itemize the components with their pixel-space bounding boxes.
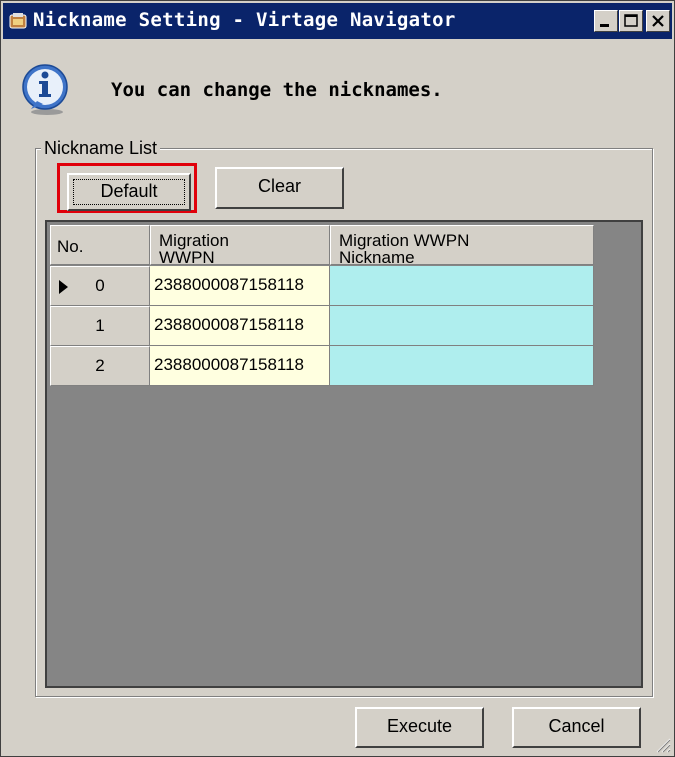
- maximize-button[interactable]: [619, 10, 643, 32]
- clear-button[interactable]: Clear: [215, 167, 344, 209]
- resize-grip-icon[interactable]: [653, 735, 671, 753]
- column-header-no[interactable]: No.: [50, 225, 150, 265]
- column-header-label: Migration WWPN: [159, 231, 229, 267]
- nickname-cell[interactable]: [330, 266, 594, 306]
- info-icon: [22, 64, 68, 115]
- close-button[interactable]: [646, 10, 670, 32]
- column-header-nickname[interactable]: Migration WWPN Nickname: [330, 225, 594, 267]
- column-header-wwpn[interactable]: Migration WWPN: [150, 225, 330, 267]
- current-row-icon: [59, 280, 68, 294]
- row-header[interactable]: 1: [50, 306, 150, 346]
- nickname-cell[interactable]: [330, 306, 594, 346]
- maximize-icon: [624, 14, 638, 27]
- row-header[interactable]: 2: [50, 346, 150, 386]
- title-bar[interactable]: Nickname Setting - Virtage Navigator: [3, 3, 672, 39]
- cancel-button[interactable]: Cancel: [512, 707, 641, 748]
- execute-button-label: Execute: [386, 716, 453, 736]
- row-number: 2: [95, 356, 105, 375]
- minimize-button[interactable]: [594, 10, 618, 32]
- clear-button-label: Clear: [257, 176, 301, 196]
- group-label: Nickname List: [41, 138, 161, 159]
- app-icon: [9, 13, 27, 29]
- row-number: 0: [95, 276, 105, 295]
- wwpn-cell[interactable]: 2388000087158118: [150, 266, 330, 306]
- wwpn-cell[interactable]: 2388000087158118: [150, 306, 330, 346]
- nickname-cell[interactable]: [330, 346, 594, 386]
- window-title: Nickname Setting - Virtage Navigator: [33, 9, 456, 31]
- row-number: 1: [95, 316, 105, 335]
- focus-rectangle: [73, 179, 185, 205]
- execute-button[interactable]: Execute: [355, 707, 484, 748]
- cancel-button-label: Cancel: [548, 716, 605, 736]
- column-header-label: No.: [57, 237, 84, 256]
- row-header[interactable]: 0: [50, 266, 150, 306]
- column-header-label: Migration WWPN Nickname: [339, 231, 470, 267]
- wwpn-cell[interactable]: 2388000087158118: [150, 346, 330, 386]
- nickname-setting-window: Nickname Setting - Virtage Navigator You…: [0, 0, 675, 757]
- minimize-icon: [600, 24, 609, 27]
- default-button[interactable]: Default: [67, 173, 191, 211]
- nickname-grid[interactable]: No. Migration WWPN Migration WWPN Nickna…: [45, 220, 643, 688]
- info-message: You can change the nicknames.: [111, 79, 443, 101]
- close-icon: [652, 15, 664, 27]
